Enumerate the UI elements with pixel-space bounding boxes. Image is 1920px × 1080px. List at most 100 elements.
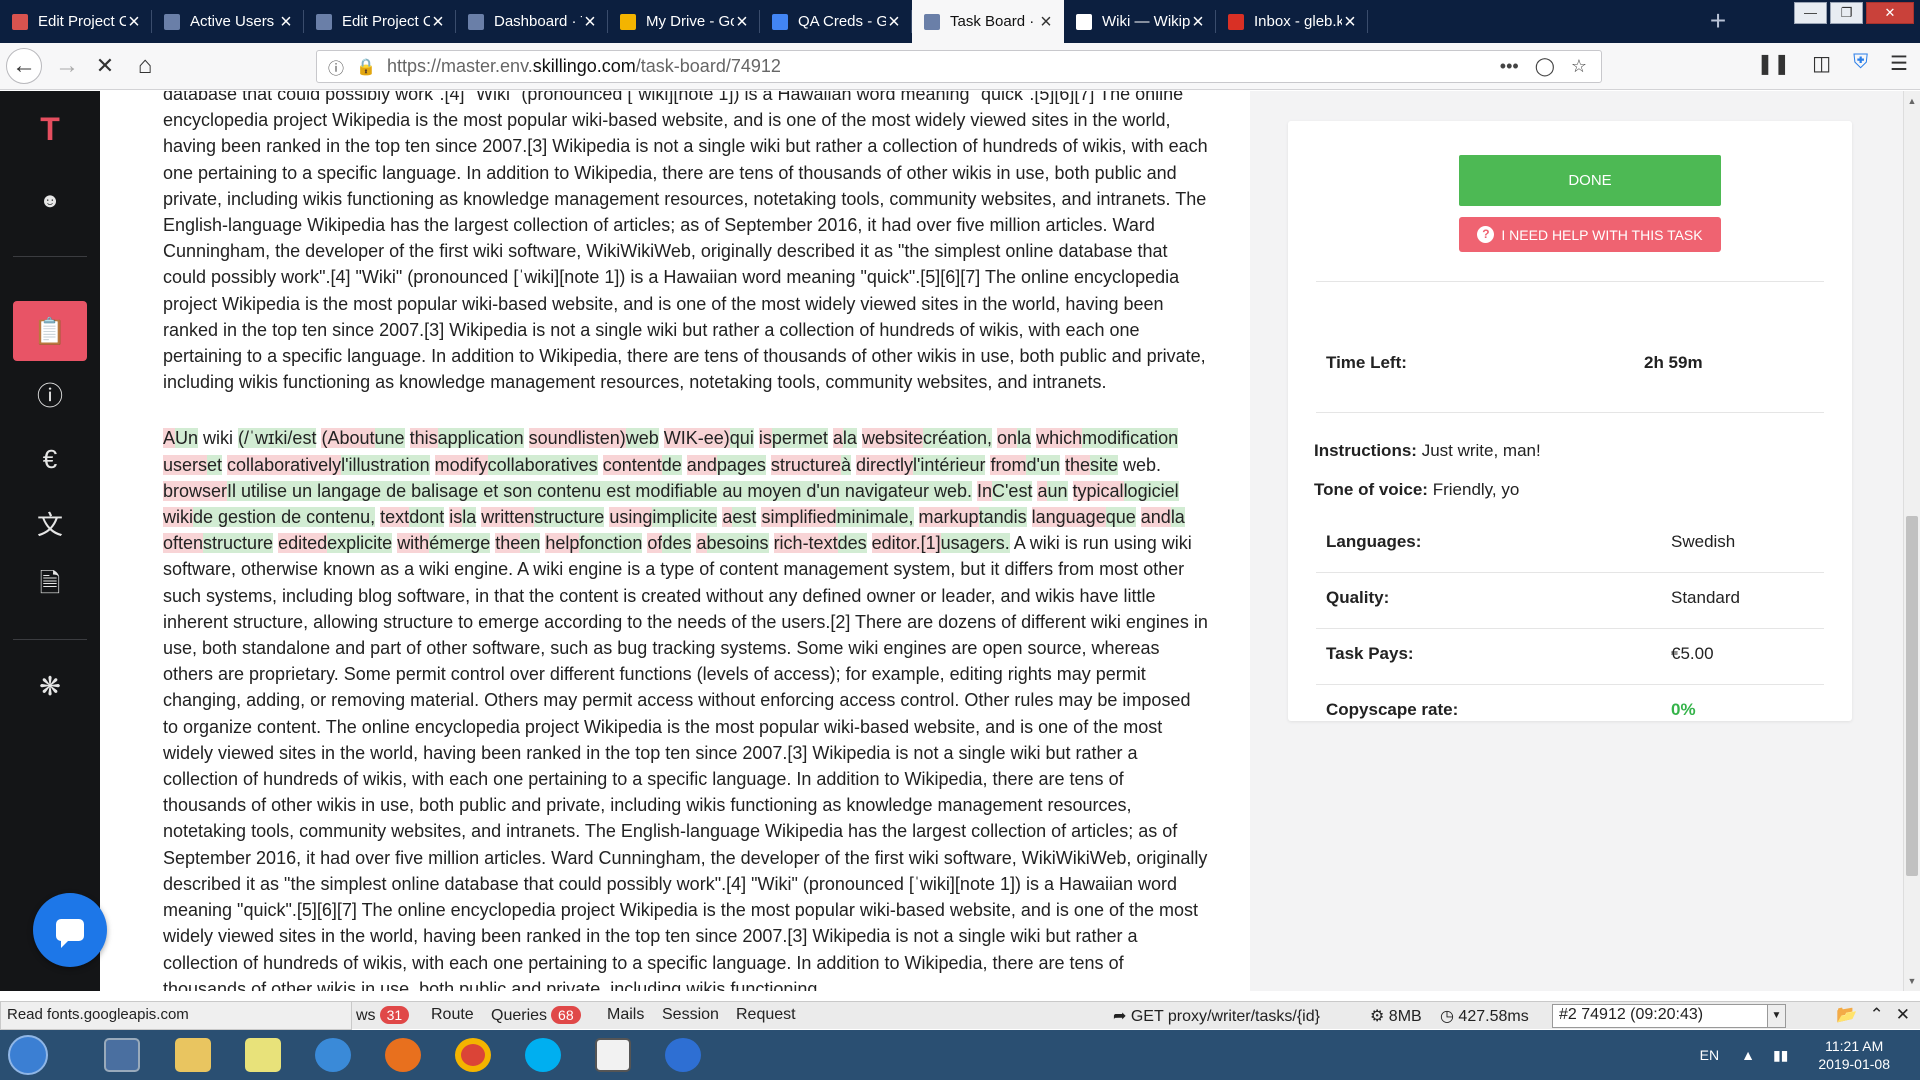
more-icon[interactable]: ••• — [1500, 56, 1519, 77]
window-close-button[interactable]: ✕ — [1866, 2, 1914, 24]
library-icon[interactable]: ❚❚ — [1757, 51, 1791, 76]
url-text[interactable]: https://master.env.skillingo.com/task-bo… — [387, 56, 1500, 77]
sidebar-icon[interactable]: ◫ — [1812, 51, 1831, 76]
request-select[interactable]: #2 74912 (09:20:43) ▼ — [1552, 1004, 1786, 1028]
diff-deletion: content — [602, 454, 662, 475]
diff-insertion: est — [732, 507, 757, 528]
bug-icon: ❋ — [39, 670, 61, 701]
browser-tab[interactable]: Wiki — Wikipédi× — [1064, 0, 1216, 43]
star-icon[interactable]: ☆ — [1571, 56, 1587, 77]
new-tab-button[interactable]: + — [1702, 6, 1734, 38]
browser-tab-title: Dashboard · Top — [494, 13, 582, 30]
info-icon[interactable]: ⓘ — [325, 55, 347, 79]
text-paragraph: database that could possibly work".[4] "… — [163, 91, 1208, 393]
pocket-icon[interactable]: ◯ — [1535, 56, 1555, 77]
skillingo-icon — [12, 13, 28, 30]
debug-tab-session[interactable]: Session — [662, 1006, 719, 1024]
scroll-up-icon[interactable]: ▲ — [1904, 93, 1920, 109]
sidebar-item-info[interactable]: ⓘ — [13, 364, 87, 424]
diff-deletion: editor.[1] — [871, 533, 941, 554]
debug-tab-queries[interactable]: Queries 68 — [491, 1006, 581, 1025]
tab-close-icon[interactable]: × — [1038, 12, 1054, 32]
browser-tab[interactable]: Edit Project Cont× — [304, 0, 456, 43]
shield-icon[interactable]: ⛨ — [1853, 51, 1868, 76]
taskbar-app-terminal[interactable] — [92, 1033, 152, 1077]
memory-value: 8MB — [1388, 1008, 1422, 1025]
diff-insertion: permet — [771, 428, 828, 449]
browser-tab-title: Wiki — Wikipédi — [1102, 13, 1190, 30]
diff-deletion: written — [481, 507, 535, 528]
folder-icon[interactable]: 📂 — [1836, 1005, 1857, 1025]
browser-tab[interactable]: Dashboard · Top× — [456, 0, 608, 43]
taskbar-app-notes[interactable] — [233, 1033, 293, 1077]
stop-button[interactable]: ✕ — [88, 49, 122, 83]
taskbar-app-other[interactable] — [653, 1033, 713, 1077]
chevron-up-icon[interactable]: ⌃ — [1870, 1005, 1884, 1025]
tray-chevron-up-icon[interactable]: ▲ — [1741, 1047, 1755, 1063]
tab-close-icon[interactable]: × — [582, 12, 598, 32]
tab-close-icon[interactable]: × — [430, 12, 446, 32]
url-bar[interactable]: ⓘ 🔒 https://master.env.skillingo.com/tas… — [316, 50, 1602, 83]
network-icon[interactable]: ▮▮ — [1773, 1047, 1788, 1064]
diff-insertion: minimale, — [836, 507, 914, 528]
page-scrollbar[interactable]: ▲ ▼ — [1903, 91, 1920, 991]
sidebar-item-languages[interactable]: 文 — [13, 493, 87, 553]
debug-tab-mails[interactable]: Mails — [607, 1006, 644, 1024]
done-button[interactable]: DONE — [1459, 155, 1721, 206]
minimize-button[interactable]: — — [1794, 2, 1827, 24]
diff-insertion: des — [837, 533, 867, 554]
need-help-button[interactable]: ? I NEED HELP WITH THIS TASK — [1459, 217, 1721, 252]
user-avatar-icon[interactable]: ☻ — [13, 181, 87, 221]
browser-tab[interactable]: QA Creds - Goog× — [760, 0, 912, 43]
browser-tab[interactable]: Edit Project Cont× — [0, 0, 152, 43]
chat-button[interactable] — [33, 893, 107, 967]
tab-close-icon[interactable]: × — [1342, 12, 1358, 32]
sidebar-item-task-board[interactable]: 📋 — [13, 301, 87, 361]
diff-deletion: language — [1031, 507, 1106, 528]
arrow-left-icon: ← — [12, 52, 36, 79]
diff-unchanged — [1027, 507, 1032, 527]
tab-close-icon[interactable]: × — [126, 12, 142, 32]
debug-tab-ws[interactable]: ws 31 — [356, 1006, 410, 1025]
tab-close-icon[interactable]: × — [734, 12, 750, 32]
debug-tab-route[interactable]: Route — [431, 1006, 474, 1024]
taskbar-clock[interactable]: 11:21 AM 2019-01-08 — [1818, 1037, 1890, 1073]
windows-start-button[interactable] — [8, 1035, 48, 1075]
diff-unchanged — [598, 455, 603, 475]
debug-tab-request[interactable]: Request — [736, 1006, 796, 1024]
diff-deletion: simplified — [761, 507, 837, 528]
home-button[interactable]: ⌂ — [128, 49, 162, 83]
close-icon[interactable]: ✕ — [1896, 1005, 1910, 1025]
browser-tab[interactable]: Task Board · Top× — [912, 0, 1064, 43]
chevron-down-icon[interactable]: ▼ — [1767, 1005, 1785, 1027]
taskbar-app-ie[interactable] — [303, 1033, 363, 1077]
scrollbar-thumb[interactable] — [1906, 516, 1918, 876]
browser-tab[interactable]: My Drive - Goog× — [608, 0, 760, 43]
sidebar-item-bug-report[interactable]: ❋ — [13, 656, 87, 716]
diff-deletion: on — [997, 428, 1018, 449]
tray-lang[interactable]: EN — [1700, 1047, 1719, 1063]
tab-close-icon[interactable]: × — [1190, 12, 1206, 32]
back-button[interactable]: ← — [6, 48, 42, 84]
diff-deletion: (About — [321, 428, 375, 449]
scroll-down-icon[interactable]: ▼ — [1904, 973, 1920, 989]
diff-insertion: dont — [409, 507, 445, 528]
sidebar-item-documents[interactable]: 🗎 — [13, 557, 87, 617]
browser-tab[interactable]: Active Users × — [152, 0, 304, 43]
tab-close-icon[interactable]: × — [886, 12, 902, 32]
taskbar-app-skype[interactable] — [513, 1033, 573, 1077]
gmail-icon — [1228, 13, 1244, 30]
close-icon: ✕ — [95, 53, 115, 78]
diff-insertion: application — [437, 428, 524, 449]
diff-insertion: la — [1017, 428, 1032, 449]
tab-close-icon[interactable]: × — [278, 12, 294, 32]
menu-icon[interactable]: ☰ — [1890, 51, 1908, 76]
forward-button[interactable]: → — [50, 49, 84, 83]
taskbar-app-chrome[interactable] — [443, 1033, 503, 1077]
taskbar-app-sublime[interactable] — [583, 1033, 643, 1077]
taskbar-app-explorer[interactable] — [163, 1033, 223, 1077]
restore-button[interactable]: ❐ — [1830, 2, 1863, 24]
browser-tab[interactable]: Inbox - gleb.klim× — [1216, 0, 1368, 43]
taskbar-app-firefox[interactable] — [373, 1033, 433, 1077]
sidebar-item-earnings[interactable]: € — [13, 429, 87, 489]
